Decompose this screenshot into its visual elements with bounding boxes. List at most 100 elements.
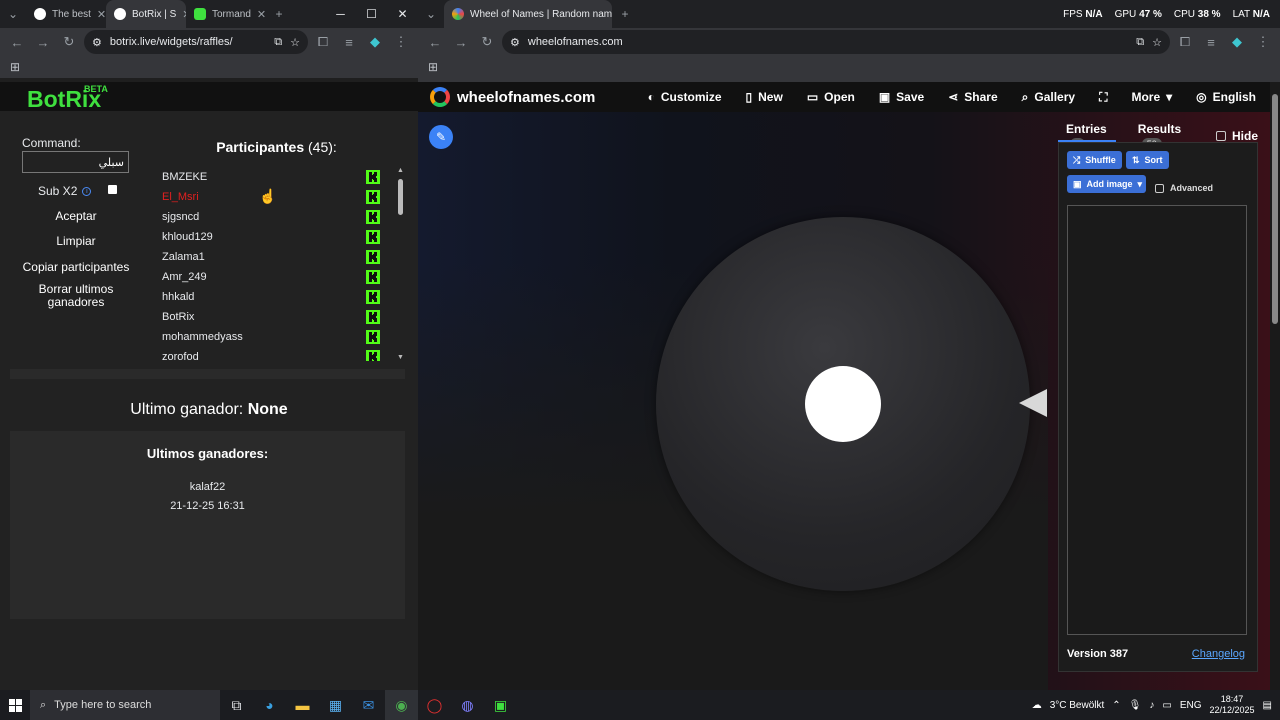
minimize-icon[interactable]: ─ xyxy=(325,0,356,28)
entries-textarea[interactable] xyxy=(1067,205,1247,635)
close-icon[interactable]: ✕ xyxy=(257,8,266,21)
weather-text[interactable]: 3°C Bewölkt xyxy=(1050,700,1105,711)
opera-icon[interactable]: ◯ xyxy=(418,690,451,720)
volume-icon[interactable]: ♪ xyxy=(1149,700,1154,711)
scroll-thumb[interactable] xyxy=(1272,94,1278,324)
file-explorer-icon[interactable]: ▬ xyxy=(286,690,319,720)
tab-botrix[interactable]: BotRix | S ✕ xyxy=(106,0,186,28)
command-input[interactable] xyxy=(22,151,129,173)
participant-row[interactable]: Amr_249 xyxy=(148,267,396,287)
tab-tormand[interactable]: Tormand ✕ xyxy=(186,0,266,28)
extension-icon[interactable]: ◆ xyxy=(1226,31,1248,53)
hide-checkbox[interactable] xyxy=(1215,131,1226,141)
site-info-icon[interactable]: ⚙ xyxy=(92,36,102,49)
tab-search-button[interactable]: ⌄ xyxy=(0,0,26,28)
info-icon[interactable]: i xyxy=(82,186,92,196)
menu-gallery[interactable]: ⌕ Gallery xyxy=(1010,90,1087,105)
participant-row[interactable]: BMZEKE xyxy=(148,167,396,187)
outlook-icon[interactable]: ✉ xyxy=(352,690,385,720)
discord-icon[interactable]: ◍ xyxy=(451,690,484,720)
reload-icon[interactable]: ↻ xyxy=(58,31,80,53)
tab-wheel-of-names[interactable]: Wheel of Names | Random nam ✕ xyxy=(444,0,612,28)
scroll-up-icon[interactable]: ▲ xyxy=(397,167,404,174)
participant-row[interactable]: hhkald xyxy=(148,287,396,307)
participant-row[interactable]: zorofod xyxy=(148,347,396,361)
chrome-icon[interactable]: ◉ xyxy=(385,690,418,720)
bookmark-star-icon[interactable]: ☆ xyxy=(290,36,300,49)
scroll-thumb[interactable] xyxy=(398,179,403,215)
close-icon[interactable]: ✕ xyxy=(97,8,106,21)
changelog-link[interactable]: Changelog xyxy=(1192,648,1245,660)
menu-icon[interactable]: ⋮ xyxy=(1252,31,1274,53)
tray-chevron-icon[interactable]: ⌃ xyxy=(1112,700,1120,711)
maximize-icon[interactable]: ☐ xyxy=(356,0,387,28)
close-window-icon[interactable]: ✕ xyxy=(387,0,418,28)
advanced-toggle[interactable]: Advanced xyxy=(1155,183,1213,193)
menu-save[interactable]: ▣ Save xyxy=(867,90,936,105)
extension-icon[interactable]: ◆ xyxy=(364,31,386,53)
media-icon[interactable]: ≡ xyxy=(1200,31,1222,53)
task-view-icon[interactable]: ⧉ xyxy=(220,690,253,720)
address-bar[interactable]: ⚙ botrix.live/widgets/raffles/ ⧉ ☆ xyxy=(84,30,308,54)
bookmark-star-icon[interactable]: ☆ xyxy=(1152,36,1162,49)
participant-row[interactable]: mohammedyass xyxy=(148,327,396,347)
wheel-center-hub[interactable] xyxy=(805,366,881,442)
accept-button[interactable]: Aceptar xyxy=(22,209,130,223)
microphone-icon[interactable]: 🎙 xyxy=(1129,700,1142,711)
site-info-icon[interactable]: ⚙ xyxy=(510,36,520,49)
extensions-icon[interactable]: ⧠ xyxy=(312,31,334,53)
menu-share[interactable]: ⋖ Share xyxy=(936,90,1009,105)
back-icon[interactable]: ← xyxy=(6,31,28,53)
new-tab-button[interactable]: + xyxy=(266,0,292,28)
network-icon[interactable]: ▭ xyxy=(1162,700,1171,711)
menu-new[interactable]: ▯ New xyxy=(734,90,795,105)
taskbar-search[interactable]: ⌕ Type here to search xyxy=(30,690,220,720)
lang-indicator[interactable]: ENG xyxy=(1180,700,1202,711)
tab-the-best[interactable]: The best ✕ xyxy=(26,0,106,28)
sort-button[interactable]: ⇅ Sort xyxy=(1126,151,1169,169)
delete-winners-button[interactable]: Borrar ultimos ganadores xyxy=(22,283,130,309)
apps-grid-icon[interactable]: ⊞ xyxy=(428,60,438,74)
participant-row[interactable]: Zalama1 xyxy=(148,247,396,267)
store-icon[interactable]: ▦ xyxy=(319,690,352,720)
participant-row[interactable]: khloud129 xyxy=(148,227,396,247)
translate-icon[interactable]: ⧉ xyxy=(274,36,282,49)
participants-scrollbar[interactable]: ▲ ▼ xyxy=(396,167,406,361)
menu-more[interactable]: More ▾ xyxy=(1119,90,1184,105)
participant-row[interactable]: BotRix xyxy=(148,307,396,327)
reload-icon[interactable]: ↻ xyxy=(476,31,498,53)
tab-search-button[interactable]: ⌄ xyxy=(418,0,444,28)
apps-grid-icon[interactable]: ⊞ xyxy=(10,60,20,74)
forward-icon[interactable]: → xyxy=(450,31,472,53)
kick-platform-icon xyxy=(366,210,380,224)
menu-fullscreen[interactable]: ⛶ xyxy=(1087,90,1119,105)
clear-button[interactable]: Limpiar xyxy=(22,234,130,248)
menu-english[interactable]: ◎ English xyxy=(1184,90,1268,105)
address-bar[interactable]: ⚙ wheelofnames.com ⧉ ☆ xyxy=(502,30,1170,54)
clock[interactable]: 18:47 22/12/2025 xyxy=(1210,694,1255,716)
menu-icon[interactable]: ⋮ xyxy=(390,31,412,53)
site-logo[interactable]: wheelofnames.com xyxy=(430,87,595,107)
start-button[interactable] xyxy=(0,690,30,720)
new-tab-button[interactable]: + xyxy=(612,0,638,28)
media-icon[interactable]: ≡ xyxy=(338,31,360,53)
edge-icon[interactable]: ◕ xyxy=(253,690,286,720)
menu-customize[interactable]: ◐ Customize xyxy=(636,90,734,105)
participant-row[interactable]: sjgsncd xyxy=(148,207,396,227)
back-icon[interactable]: ← xyxy=(424,31,446,53)
scroll-down-icon[interactable]: ▼ xyxy=(397,354,404,361)
copy-participants-button[interactable]: Copiar participantes xyxy=(20,260,132,274)
app-icon[interactable]: ▣ xyxy=(484,690,517,720)
menu-open[interactable]: ▭ Open xyxy=(795,90,867,105)
forward-icon[interactable]: → xyxy=(32,31,54,53)
page-scrollbar[interactable] xyxy=(1270,82,1280,690)
add-image-button[interactable]: ▣ Add image ▾ xyxy=(1067,175,1147,193)
shuffle-button[interactable]: ⤮ Shuffle xyxy=(1067,151,1122,169)
notifications-icon[interactable]: ▤ xyxy=(1263,700,1272,711)
extensions-icon[interactable]: ⧠ xyxy=(1174,31,1196,53)
hide-toggle[interactable]: Hide xyxy=(1215,129,1258,143)
subx2-checkbox[interactable] xyxy=(108,185,117,194)
edit-pencil-icon[interactable]: ✎ xyxy=(429,125,453,149)
translate-icon[interactable]: ⧉ xyxy=(1136,36,1144,49)
advanced-checkbox[interactable] xyxy=(1155,183,1164,193)
